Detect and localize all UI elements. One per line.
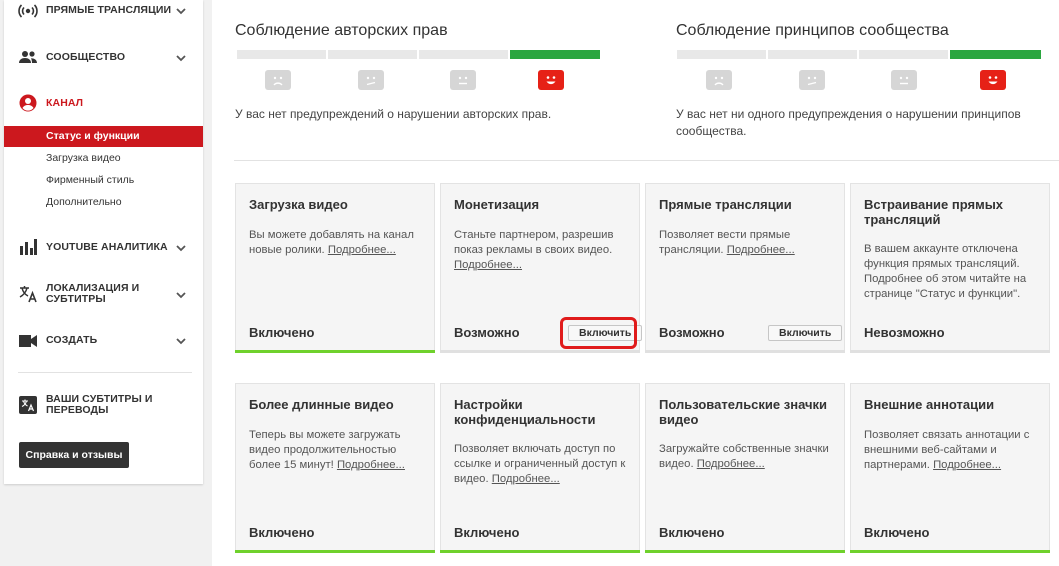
main-content: Соблюдение авторских прав У вас нет пред… xyxy=(212,0,1059,566)
smile-face-icon xyxy=(980,70,1006,90)
feature-card-privacy: Настройки конфиденциальности Позволяет в… xyxy=(440,383,640,553)
bar-chart-icon xyxy=(18,237,38,257)
card-more-link[interactable]: Подробнее... xyxy=(697,458,765,470)
feature-card-live: Прямые трансляции Позволяет вести прямые… xyxy=(645,183,845,353)
card-status: Включено xyxy=(454,525,520,540)
chevron-down-icon[interactable] xyxy=(175,289,187,301)
people-icon xyxy=(18,47,38,67)
sidebar-item-create[interactable]: Создать xyxy=(4,328,203,352)
copyright-description: У вас нет предупреждений о нарушении авт… xyxy=(235,107,552,121)
smile-face-icon xyxy=(538,70,564,90)
feature-card-upload: Загрузка видео Вы можете добавлять на ка… xyxy=(235,183,435,353)
card-title: Пользовательские значки видео xyxy=(659,397,828,427)
sidebar-item-community[interactable]: Сообщество xyxy=(4,45,203,69)
frown-face-icon xyxy=(265,70,291,90)
feature-card-annotations: Внешние аннотации Позволяет связать анно… xyxy=(850,383,1050,553)
card-status-bar xyxy=(850,350,1050,353)
card-description: В вашем аккаунте отключена функция прямы… xyxy=(864,243,1027,300)
card-status: Включено xyxy=(249,325,315,340)
live-broadcast-icon xyxy=(18,1,38,21)
chevron-down-icon[interactable] xyxy=(175,242,187,254)
section-divider xyxy=(234,160,1059,161)
sidebar-divider xyxy=(18,372,192,373)
enable-live-button[interactable]: Включить xyxy=(768,325,843,341)
card-description: Позволяет включать доступ по ссылке и ог… xyxy=(454,443,626,485)
sidebar-item-channel[interactable]: Канал xyxy=(4,91,203,115)
copyright-title: Соблюдение авторских прав xyxy=(235,22,448,39)
card-more-link[interactable]: Подробнее... xyxy=(454,259,522,271)
card-title: Монетизация xyxy=(454,197,540,212)
sidebar-subitem-status[interactable]: Статус и функции xyxy=(4,126,203,147)
sidebar-item-live[interactable]: Прямые трансляции xyxy=(4,0,203,22)
sidebar-item-label: YouTube Аналитика xyxy=(46,241,168,253)
card-title: Загрузка видео xyxy=(249,197,348,212)
card-status: Возможно xyxy=(659,325,725,340)
card-title: Внешние аннотации xyxy=(864,397,995,412)
chevron-down-icon[interactable] xyxy=(175,335,187,347)
card-status: Включено xyxy=(864,525,930,540)
card-title: Прямые трансляции xyxy=(659,197,792,212)
frown-face-icon xyxy=(706,70,732,90)
sidebar-item-analytics[interactable]: YouTube Аналитика xyxy=(4,235,203,259)
card-more-link[interactable]: Подробнее... xyxy=(337,459,405,471)
card-more-link[interactable]: Подробнее... xyxy=(492,473,560,485)
help-feedback-button[interactable]: Справка и отзывы xyxy=(19,442,129,468)
meh-face-icon xyxy=(799,70,825,90)
card-status-bar xyxy=(235,550,435,553)
sidebar-item-subtitles[interactable]: Ваши субтитры и переводы xyxy=(4,392,203,420)
card-description: Позволяет связать аннотации с внешними в… xyxy=(864,429,1030,471)
card-status-bar xyxy=(645,550,845,553)
sidebar: Прямые трансляции Сообщество Канал Стату… xyxy=(4,0,203,484)
chevron-down-icon[interactable] xyxy=(175,52,187,64)
feature-card-embed-live: Встраивание прямых трансляций В вашем ак… xyxy=(850,183,1050,353)
community-strike-bar xyxy=(677,50,1041,59)
card-status-bar xyxy=(850,550,1050,553)
sidebar-item-label: Локализация и субтитры xyxy=(46,282,140,305)
meh-face-icon xyxy=(358,70,384,90)
card-status-bar xyxy=(440,350,640,353)
card-status-bar xyxy=(235,350,435,353)
chevron-down-icon[interactable] xyxy=(175,5,187,17)
sidebar-subitem-branding[interactable]: Фирменный стиль xyxy=(4,170,203,191)
translate-icon xyxy=(18,284,38,304)
card-more-link[interactable]: Подробнее... xyxy=(727,244,795,256)
card-description: Станьте партнером, разрешив показ реклам… xyxy=(454,229,614,271)
sidebar-subitem-advanced[interactable]: Дополнительно xyxy=(4,192,203,213)
translate-box-icon xyxy=(18,395,38,415)
community-title: Соблюдение принципов сообщества xyxy=(676,22,949,39)
card-description: Теперь вы можете загружать видео продолж… xyxy=(249,429,405,471)
neutral-face-icon xyxy=(891,70,917,90)
sidebar-item-label: Создать xyxy=(46,334,98,346)
card-status: Возможно xyxy=(454,325,520,340)
feature-card-longer-videos: Более длинные видео Теперь вы можете заг… xyxy=(235,383,435,553)
neutral-face-icon xyxy=(450,70,476,90)
copyright-strike-bar xyxy=(237,50,600,59)
card-more-link[interactable]: Подробнее... xyxy=(328,244,396,256)
card-status: Включено xyxy=(249,525,315,540)
video-camera-icon xyxy=(18,331,38,351)
feature-card-thumbnails: Пользовательские значки видео Загружайте… xyxy=(645,383,845,553)
community-description: У вас нет ни одного предупреждения о нар… xyxy=(676,107,1021,138)
sidebar-item-label: Канал xyxy=(46,97,84,109)
card-description: Вы можете добавлять на канал новые ролик… xyxy=(249,229,414,256)
sidebar-item-label: Сообщество xyxy=(46,51,126,63)
sidebar-subitem-upload[interactable]: Загрузка видео xyxy=(4,148,203,169)
card-status-bar xyxy=(645,350,845,353)
card-more-link[interactable]: Подробнее... xyxy=(933,459,1001,471)
sidebar-item-label: Прямые трансляции xyxy=(46,4,172,16)
card-title: Настройки конфиденциальности xyxy=(454,397,596,427)
sidebar-item-localization[interactable]: Локализация и субтитры xyxy=(4,280,203,308)
sidebar-item-label: Ваши субтитры и переводы xyxy=(46,393,153,416)
card-description: Позволяет вести прямые трансляции. Подро… xyxy=(659,229,795,256)
card-title: Более длинные видео xyxy=(249,397,394,412)
card-status-bar xyxy=(440,550,640,553)
card-description: Загружайте собственные значки видео. Под… xyxy=(659,443,829,470)
highlight-box xyxy=(560,317,637,349)
card-status: Включено xyxy=(659,525,725,540)
account-circle-icon xyxy=(18,93,38,113)
card-title: Встраивание прямых трансляций xyxy=(864,197,1004,227)
card-status: Невозможно xyxy=(864,325,945,340)
